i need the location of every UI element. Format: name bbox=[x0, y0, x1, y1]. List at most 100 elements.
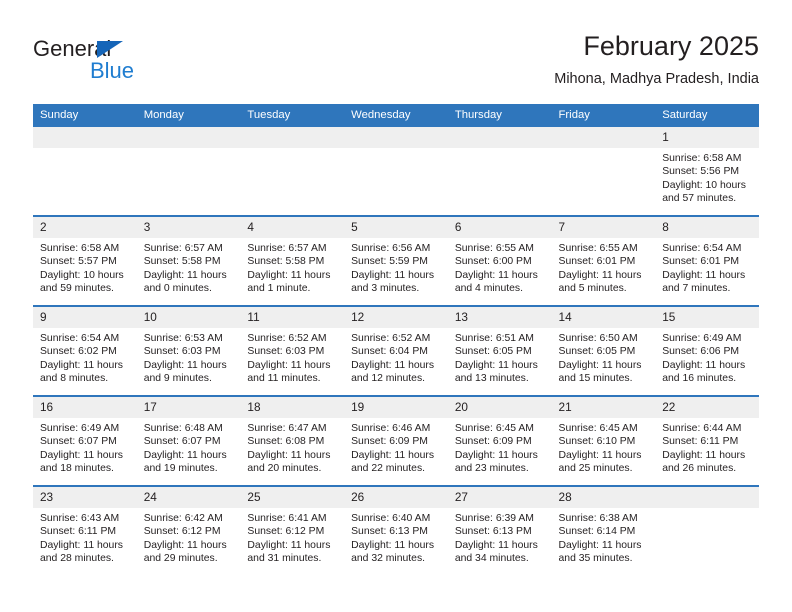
day-number: 1 bbox=[655, 127, 759, 148]
calendar-day-cell[interactable]: 26 Sunrise: 6:40 AM Sunset: 6:13 PM Dayligh… bbox=[344, 485, 448, 575]
calendar-empty-cell bbox=[551, 127, 656, 216]
calendar-day-cell[interactable]: 19 Sunrise: 6:46 AM Sunset: 6:09 PM Dayligh… bbox=[344, 395, 448, 486]
calendar-day-cell[interactable]: 20 Sunrise: 6:45 AM Sunset: 6:09 PM Dayligh… bbox=[447, 395, 552, 486]
weekday-header-saturday: Saturday bbox=[655, 104, 759, 127]
calendar-day-cell[interactable]: 17 Sunrise: 6:48 AM Sunset: 6:07 PM Dayligh… bbox=[136, 395, 241, 486]
day-number: 23 bbox=[33, 487, 137, 508]
calendar-empty-cell bbox=[447, 127, 552, 216]
sunset-text: Sunset: 5:56 PM bbox=[662, 166, 740, 178]
calendar-day-cell[interactable]: 4 Sunrise: 6:57 AM Sunset: 5:58 PM Daylight… bbox=[240, 215, 345, 306]
calendar-week-row: 16 Sunrise: 6:49 AM Sunset: 6:07 PM Dayligh… bbox=[33, 395, 759, 486]
day-number: 17 bbox=[136, 397, 241, 418]
sunset-text: Sunset: 6:12 PM bbox=[143, 526, 221, 538]
logo[interactable]: General Blue bbox=[33, 36, 233, 92]
day-number bbox=[447, 127, 552, 148]
day-number bbox=[655, 487, 759, 508]
day-details: Sunrise: 6:52 AM Sunset: 6:04 PM Daylight:… bbox=[344, 328, 448, 385]
calendar-day-cell[interactable]: 12 Sunrise: 6:52 AM Sunset: 6:04 PM Dayligh… bbox=[344, 305, 448, 396]
day-details: Sunrise: 6:39 AM Sunset: 6:13 PM Daylight:… bbox=[448, 508, 552, 565]
daylight-text: Daylight: 11 hours and 5 minutes. bbox=[558, 269, 642, 294]
calendar-day-cell[interactable]: 18 Sunrise: 6:47 AM Sunset: 6:08 PM Dayligh… bbox=[240, 395, 345, 486]
calendar-day-cell[interactable]: 3 Sunrise: 6:57 AM Sunset: 5:58 PM Daylight… bbox=[136, 215, 241, 306]
daylight-text: Daylight: 11 hours and 0 minutes. bbox=[143, 269, 227, 294]
calendar-day-cell[interactable]: 1 Sunrise: 6:58 AM Sunset: 5:56 PM Daylight… bbox=[655, 127, 759, 216]
daylight-text: Daylight: 11 hours and 8 minutes. bbox=[40, 359, 123, 384]
sunrise-text: Sunrise: 6:45 AM bbox=[454, 423, 534, 434]
day-details: Sunrise: 6:57 AM Sunset: 5:58 PM Daylight:… bbox=[240, 238, 344, 295]
calendar-day-cell[interactable]: 21 Sunrise: 6:45 AM Sunset: 6:10 PM Dayligh… bbox=[551, 395, 656, 486]
day-details: Sunrise: 6:51 AM Sunset: 6:05 PM Daylight:… bbox=[448, 328, 552, 385]
day-number bbox=[240, 127, 345, 148]
sunrise-text: Sunrise: 6:46 AM bbox=[351, 423, 431, 434]
daylight-text: Daylight: 11 hours and 18 minutes. bbox=[40, 449, 123, 474]
sunrise-text: Sunrise: 6:49 AM bbox=[662, 333, 742, 344]
sunrise-text: Sunrise: 6:43 AM bbox=[40, 513, 120, 524]
daylight-text: Daylight: 11 hours and 25 minutes. bbox=[558, 449, 642, 474]
calendar-day-cell[interactable]: 28 Sunrise: 6:38 AM Sunset: 6:14 PM Dayligh… bbox=[551, 485, 656, 575]
daylight-text: Daylight: 11 hours and 28 minutes. bbox=[40, 539, 123, 564]
day-details: Sunrise: 6:46 AM Sunset: 6:09 PM Daylight:… bbox=[344, 418, 448, 475]
day-number: 18 bbox=[240, 397, 345, 418]
daylight-text: Daylight: 10 hours and 57 minutes. bbox=[662, 179, 746, 204]
day-number bbox=[551, 127, 656, 148]
calendar-day-cell[interactable]: 25 Sunrise: 6:41 AM Sunset: 6:12 PM Dayligh… bbox=[240, 485, 345, 575]
calendar-day-cell[interactable]: 9 Sunrise: 6:54 AM Sunset: 6:02 PM Daylight… bbox=[33, 305, 137, 396]
calendar-day-cell[interactable]: 2 Sunrise: 6:58 AM Sunset: 5:57 PM Daylight… bbox=[33, 215, 137, 306]
sunset-text: Sunset: 6:07 PM bbox=[143, 436, 221, 448]
calendar-day-cell[interactable]: 15 Sunrise: 6:49 AM Sunset: 6:06 PM Dayligh… bbox=[655, 305, 759, 396]
day-details: Sunrise: 6:49 AM Sunset: 6:07 PM Daylight:… bbox=[33, 418, 137, 475]
daylight-text: Daylight: 11 hours and 29 minutes. bbox=[143, 539, 227, 564]
weekday-header-friday: Friday bbox=[551, 104, 656, 127]
calendar-day-cell[interactable]: 11 Sunrise: 6:52 AM Sunset: 6:03 PM Dayligh… bbox=[240, 305, 345, 396]
calendar-week-row: 2 Sunrise: 6:58 AM Sunset: 5:57 PM Daylight… bbox=[33, 215, 759, 306]
calendar-day-cell[interactable]: 14 Sunrise: 6:50 AM Sunset: 6:05 PM Dayligh… bbox=[551, 305, 656, 396]
sunrise-text: Sunrise: 6:57 AM bbox=[143, 243, 223, 254]
sunrise-text: Sunrise: 6:58 AM bbox=[662, 153, 742, 164]
day-number: 3 bbox=[136, 217, 241, 238]
day-details: Sunrise: 6:54 AM Sunset: 6:01 PM Daylight:… bbox=[655, 238, 759, 295]
sunrise-text: Sunrise: 6:57 AM bbox=[247, 243, 327, 254]
day-number: 24 bbox=[136, 487, 241, 508]
sunrise-text: Sunrise: 6:52 AM bbox=[247, 333, 327, 344]
day-number: 28 bbox=[551, 487, 656, 508]
sunrise-text: Sunrise: 6:45 AM bbox=[558, 423, 638, 434]
calendar-table: Sunday Monday Tuesday Wednesday Thursday Frid… bbox=[33, 104, 759, 575]
sunset-text: Sunset: 6:13 PM bbox=[351, 526, 428, 538]
sunrise-text: Sunrise: 6:50 AM bbox=[558, 333, 638, 344]
day-number: 13 bbox=[447, 307, 552, 328]
day-details: Sunrise: 6:55 AM Sunset: 6:00 PM Daylight:… bbox=[448, 238, 552, 295]
calendar-day-cell[interactable]: 16 Sunrise: 6:49 AM Sunset: 6:07 PM Dayligh… bbox=[33, 395, 137, 486]
day-number: 9 bbox=[33, 307, 137, 328]
page-title: February 2025 bbox=[583, 31, 759, 61]
sunrise-text: Sunrise: 6:55 AM bbox=[558, 243, 638, 254]
calendar-day-cell[interactable]: 24 Sunrise: 6:42 AM Sunset: 6:12 PM Dayligh… bbox=[136, 485, 241, 575]
day-details: Sunrise: 6:43 AM Sunset: 6:11 PM Daylight:… bbox=[33, 508, 137, 565]
sunset-text: Sunset: 6:12 PM bbox=[247, 526, 325, 538]
sunset-text: Sunset: 6:08 PM bbox=[247, 436, 325, 448]
calendar-day-cell[interactable]: 7 Sunrise: 6:55 AM Sunset: 6:01 PM Daylight… bbox=[551, 215, 656, 306]
daylight-text: Daylight: 11 hours and 7 minutes. bbox=[662, 269, 746, 294]
calendar-day-cell[interactable]: 8 Sunrise: 6:54 AM Sunset: 6:01 PM Daylight… bbox=[655, 215, 759, 306]
weekday-header-sunday: Sunday bbox=[33, 104, 137, 127]
calendar-day-cell[interactable]: 23 Sunrise: 6:43 AM Sunset: 6:11 PM Dayligh… bbox=[33, 485, 137, 575]
title-block: February 2025 Mihona, Madhya Pradesh, In… bbox=[554, 30, 759, 90]
sunrise-text: Sunrise: 6:55 AM bbox=[454, 243, 534, 254]
calendar-empty-cell bbox=[240, 127, 345, 216]
calendar-day-cell[interactable]: 5 Sunrise: 6:56 AM Sunset: 5:59 PM Daylight… bbox=[344, 215, 448, 306]
sunset-text: Sunset: 6:03 PM bbox=[143, 346, 221, 358]
calendar-day-cell[interactable]: 27 Sunrise: 6:39 AM Sunset: 6:13 PM Dayligh… bbox=[447, 485, 552, 575]
day-number bbox=[344, 127, 448, 148]
day-details: Sunrise: 6:40 AM Sunset: 6:13 PM Daylight:… bbox=[344, 508, 448, 565]
day-details: Sunrise: 6:58 AM Sunset: 5:57 PM Daylight:… bbox=[33, 238, 137, 295]
calendar-day-cell[interactable]: 10 Sunrise: 6:53 AM Sunset: 6:03 PM Dayligh… bbox=[136, 305, 241, 396]
day-details: Sunrise: 6:41 AM Sunset: 6:12 PM Daylight:… bbox=[240, 508, 344, 565]
calendar-day-cell[interactable]: 22 Sunrise: 6:44 AM Sunset: 6:11 PM Dayligh… bbox=[655, 395, 759, 486]
calendar-day-cell[interactable]: 13 Sunrise: 6:51 AM Sunset: 6:05 PM Dayligh… bbox=[447, 305, 552, 396]
daylight-text: Daylight: 11 hours and 13 minutes. bbox=[454, 359, 538, 384]
calendar-page: General Blue February 2025 Mihona, Madhy… bbox=[0, 0, 792, 612]
calendar-day-cell[interactable]: 6 Sunrise: 6:55 AM Sunset: 6:00 PM Daylight… bbox=[447, 215, 552, 306]
sunset-text: Sunset: 6:11 PM bbox=[662, 436, 739, 448]
day-details: Sunrise: 6:49 AM Sunset: 6:06 PM Daylight:… bbox=[655, 328, 759, 385]
calendar-empty-cell bbox=[136, 127, 241, 216]
daylight-text: Daylight: 11 hours and 12 minutes. bbox=[351, 359, 435, 384]
